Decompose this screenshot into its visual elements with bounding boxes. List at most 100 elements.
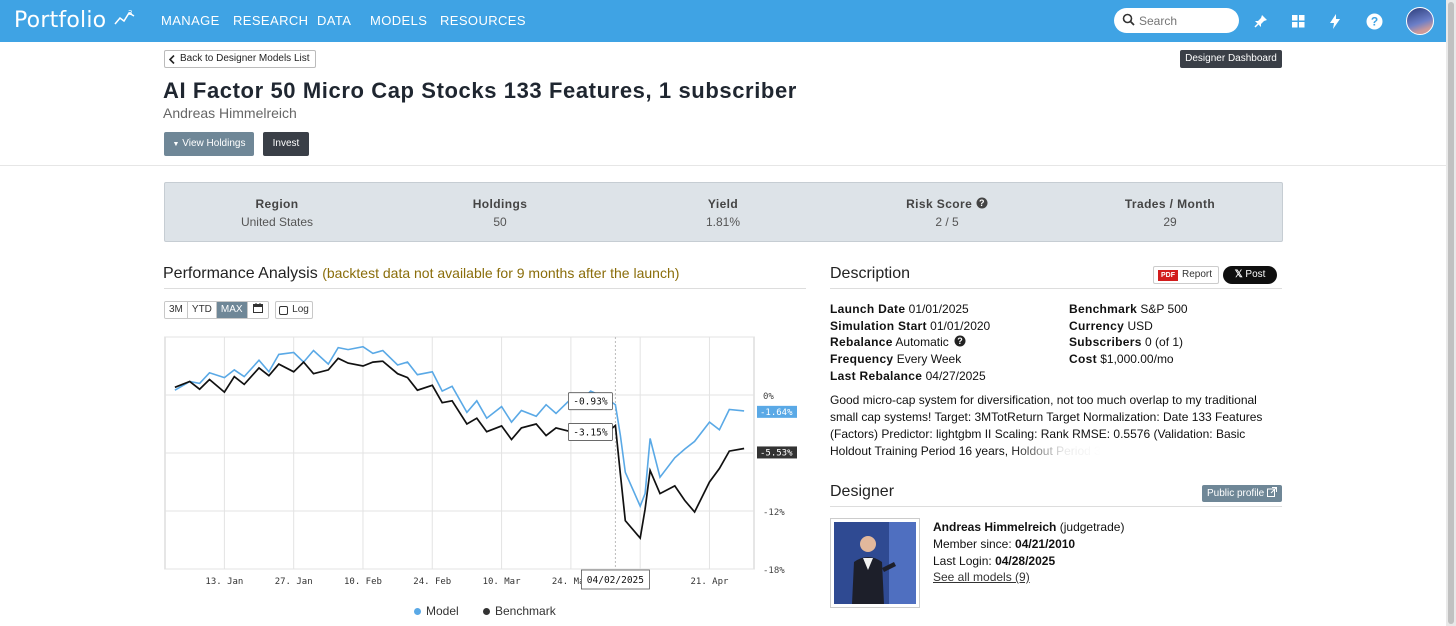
see-all-models-link[interactable]: See all models (9) <box>933 570 1030 584</box>
public-profile-button[interactable]: Public profile <box>1202 485 1282 502</box>
designer-photo-image <box>834 522 916 604</box>
x-tick-label: 21. Apr <box>690 577 729 587</box>
kv-value: Every Week <box>896 352 962 366</box>
legend-label: Benchmark <box>495 604 556 618</box>
kv-value: 01/01/2025 <box>908 302 969 316</box>
divider <box>164 288 806 289</box>
nav-research[interactable]: RESEARCH <box>233 13 308 28</box>
nav-models[interactable]: MODELS <box>370 13 427 28</box>
question-circle-icon[interactable]: ? <box>976 197 988 209</box>
x-tick-label: 10. Feb <box>344 577 382 587</box>
frequency-row: Frequency Every Week <box>830 352 961 366</box>
bolt-icon[interactable] <box>1325 11 1345 31</box>
divider <box>0 165 1446 166</box>
range-max-button[interactable]: MAX <box>216 302 248 318</box>
nav-resources[interactable]: RESOURCES <box>440 13 526 28</box>
designer-name: Andreas Himmelreich <box>933 520 1057 534</box>
member-since-value: 04/21/2010 <box>1015 537 1076 551</box>
kv-value: 01/01/2020 <box>930 319 991 333</box>
svg-text:?: ? <box>979 198 985 208</box>
calendar-icon <box>252 303 263 313</box>
y-tick-label: 0% <box>763 392 774 402</box>
stat-value: 2 / 5 <box>935 215 959 229</box>
end-label-model: -1.64% <box>760 408 793 418</box>
logo[interactable]: Portfolio <box>14 8 106 33</box>
designer-photo[interactable] <box>830 518 920 608</box>
legend-model[interactable]: Model <box>414 604 459 618</box>
search-icon <box>1122 13 1135 26</box>
pdf-report-button[interactable]: PDF Report <box>1153 266 1219 284</box>
range-selector: 3M YTD MAX <box>164 301 269 319</box>
currency-row: Currency USD <box>1069 319 1153 333</box>
legend-label: Model <box>426 604 459 618</box>
tooltip-model: -0.93% <box>573 397 608 408</box>
view-holdings-button[interactable]: ▼ View Holdings <box>164 132 254 156</box>
simulation-start-row: Simulation Start 01/01/2020 <box>830 319 990 333</box>
grid-icon[interactable] <box>1288 11 1308 31</box>
caret-down-icon: ▼ <box>172 141 180 148</box>
x-post-button[interactable]: 𝕏 Post <box>1223 266 1277 284</box>
x-tick-label: 10. Mar <box>483 577 522 587</box>
y-tick-label: -12% <box>763 508 785 518</box>
report-label: Report <box>1182 269 1213 280</box>
last-rebalance-row: Last Rebalance 04/27/2025 <box>830 369 986 383</box>
page-scrollbar[interactable] <box>1446 0 1456 626</box>
x-logo-icon: 𝕏 <box>1234 269 1243 280</box>
performance-chart[interactable]: 0%-6%-12%-18%13. Jan27. Jan10. Feb24. Fe… <box>160 330 810 595</box>
author-name[interactable]: Andreas Himmelreich <box>163 105 297 121</box>
stat-label: Risk Score <box>906 197 973 211</box>
legend-benchmark[interactable]: Benchmark <box>483 604 556 618</box>
designer-dashboard-button[interactable]: Designer Dashboard <box>1180 50 1282 68</box>
stat-value: 29 <box>1163 215 1177 229</box>
x-tick-label: 24. Feb <box>413 577 451 587</box>
checkbox-icon <box>279 305 289 315</box>
page-title: AI Factor 50 Micro Cap Stocks 133 Featur… <box>163 78 797 103</box>
x-tick-label: 13. Jan <box>205 577 243 587</box>
kv-key: Frequency <box>830 352 894 366</box>
member-since-row: Member since: 04/21/2010 <box>933 537 1075 551</box>
launch-date-row: Launch Date 01/01/2025 <box>830 302 969 316</box>
stat-trades-month: Trades / Month 29 <box>1090 197 1250 229</box>
performance-title: Performance Analysis <box>163 265 318 282</box>
kv-value: 0 (of 1) <box>1145 335 1184 349</box>
rebalance-row: Rebalance Automatic ? <box>830 335 966 349</box>
performance-note: (backtest data not available for 9 month… <box>322 265 680 281</box>
subscribers-row: Subscribers 0 (of 1) <box>1069 335 1183 349</box>
post-label: Post <box>1245 269 1266 280</box>
stat-label: Holdings <box>472 197 528 211</box>
legend-dot <box>483 607 490 615</box>
kv-key: Rebalance <box>830 335 893 349</box>
logo-chart-icon: 3 <box>114 9 135 25</box>
scroll-thumb[interactable] <box>1448 2 1454 624</box>
svg-text:?: ? <box>957 336 963 346</box>
kv-key: Subscribers <box>1069 335 1142 349</box>
kv-key: Last Rebalance <box>830 369 923 383</box>
legend-dot <box>414 607 421 615</box>
kv-key: Simulation Start <box>830 319 927 333</box>
user-avatar[interactable] <box>1406 7 1434 35</box>
stat-label-wrap: Risk Score ? <box>867 197 1027 211</box>
stat-value: 1.81% <box>705 215 741 229</box>
search-box[interactable] <box>1114 8 1239 33</box>
kv-value: USD <box>1127 319 1153 333</box>
range-3m-button[interactable]: 3M <box>165 302 188 318</box>
help-icon[interactable]: ? <box>1364 11 1384 31</box>
designer-handle: (judgetrade) <box>1059 520 1125 534</box>
nav-data[interactable]: DATA <box>317 13 351 28</box>
range-ytd-button[interactable]: YTD <box>187 302 217 318</box>
last-login-value: 04/28/2025 <box>995 554 1056 568</box>
search-input[interactable] <box>1139 12 1231 29</box>
kv-value: S&P 500 <box>1140 302 1188 316</box>
back-button[interactable]: Back to Designer Models List <box>164 50 316 68</box>
invest-button[interactable]: Invest <box>263 132 309 156</box>
log-scale-toggle[interactable]: Log <box>275 301 313 319</box>
question-circle-icon[interactable]: ? <box>954 335 966 347</box>
stats-panel: Region United States Holdings 50 Yield 1… <box>164 182 1283 242</box>
pin-icon[interactable] <box>1251 11 1271 31</box>
benchmark-row: Benchmark S&P 500 <box>1069 302 1188 316</box>
stat-value: United States <box>240 215 314 229</box>
calendar-button[interactable] <box>247 302 268 318</box>
nav-manage[interactable]: MANAGE <box>161 13 220 28</box>
top-nav: Portfolio 3 MANAGE RESEARCH DATA MODELS … <box>0 0 1446 42</box>
stat-yield: Yield 1.81% <box>643 197 803 229</box>
